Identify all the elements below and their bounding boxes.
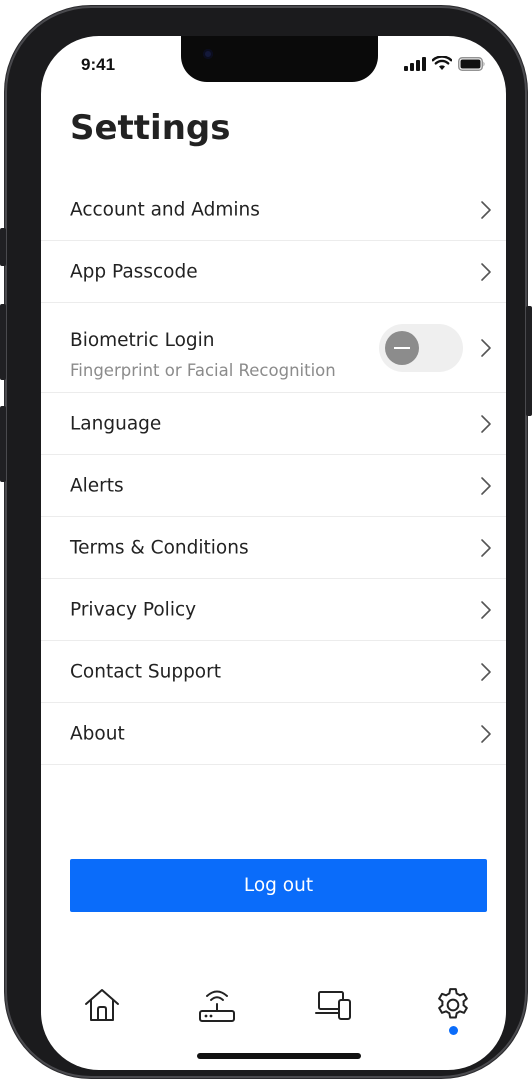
- chevron-right-icon: [481, 662, 491, 681]
- settings-item-label: Contact Support: [70, 661, 221, 682]
- settings-item-account-and-admins[interactable]: Account and Admins: [41, 179, 506, 241]
- settings-item-about[interactable]: About: [41, 703, 506, 765]
- chevron-right-icon: [481, 538, 491, 557]
- settings-item-label: Terms & Conditions: [70, 537, 249, 558]
- chevron-right-icon: [481, 600, 491, 619]
- toggle-knob: [385, 331, 419, 365]
- tab-router[interactable]: [192, 980, 242, 1030]
- tab-devices[interactable]: [309, 980, 359, 1030]
- wifi-icon: [432, 56, 452, 70]
- power-button: [526, 306, 532, 416]
- volume-up-button: [0, 304, 6, 380]
- phone-frame: 9:41 Settings Account and Admins App Pas…: [0, 6, 532, 1078]
- cellular-signal-icon: [404, 56, 426, 71]
- settings-item-label: Biometric Login: [70, 330, 215, 351]
- status-icons: [404, 56, 486, 71]
- settings-item-label: Account and Admins: [70, 199, 260, 220]
- settings-item-label: App Passcode: [70, 261, 198, 282]
- page-title: Settings: [70, 108, 231, 148]
- chevron-right-icon: [481, 200, 491, 219]
- chevron-right-icon: [481, 338, 491, 357]
- biometric-login-toggle[interactable]: [379, 324, 463, 372]
- router-icon: [199, 990, 235, 1022]
- settings-item-biometric-login[interactable]: Biometric Login Fingerprint or Facial Re…: [41, 303, 506, 393]
- logout-button[interactable]: Log out: [70, 859, 487, 912]
- home-icon: [85, 989, 119, 1021]
- settings-item-language[interactable]: Language: [41, 393, 506, 455]
- mute-switch: [0, 228, 6, 266]
- battery-icon: [458, 56, 485, 71]
- settings-item-app-passcode[interactable]: App Passcode: [41, 241, 506, 303]
- chevron-right-icon: [481, 724, 491, 743]
- screen: 9:41 Settings Account and Admins App Pas…: [41, 36, 506, 1070]
- settings-item-label: Alerts: [70, 475, 124, 496]
- tab-settings[interactable]: [428, 980, 478, 1030]
- settings-item-sublabel: Fingerprint or Facial Recognition: [70, 361, 336, 380]
- settings-item-label: About: [70, 723, 125, 744]
- notch: [181, 36, 378, 82]
- gear-icon: [438, 988, 468, 1019]
- tab-bar: [41, 980, 506, 1030]
- front-camera: [203, 49, 213, 59]
- chevron-right-icon: [481, 262, 491, 281]
- settings-item-contact-support[interactable]: Contact Support: [41, 641, 506, 703]
- devices-icon: [315, 991, 351, 1020]
- settings-item-privacy-policy[interactable]: Privacy Policy: [41, 579, 506, 641]
- settings-item-label: Language: [70, 413, 162, 434]
- status-time: 9:41: [81, 55, 116, 74]
- settings-list: Account and Admins App Passcode Biometri…: [41, 179, 506, 765]
- settings-item-label: Privacy Policy: [70, 599, 197, 620]
- active-tab-indicator: [449, 1026, 458, 1035]
- chevron-right-icon: [481, 476, 491, 495]
- settings-item-alerts[interactable]: Alerts: [41, 455, 506, 517]
- tab-home[interactable]: [77, 980, 127, 1030]
- chevron-right-icon: [481, 414, 491, 433]
- home-indicator: [197, 1053, 361, 1059]
- volume-down-button: [0, 406, 6, 482]
- settings-item-terms-and-conditions[interactable]: Terms & Conditions: [41, 517, 506, 579]
